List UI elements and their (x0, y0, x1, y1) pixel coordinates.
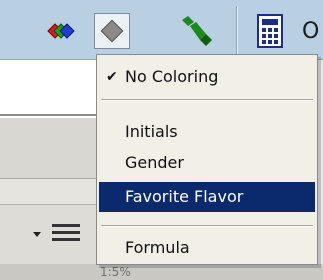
marker-button[interactable] (176, 12, 216, 52)
green-marker-icon (182, 16, 212, 46)
calculator-icon (257, 14, 283, 48)
status-bar (0, 264, 323, 280)
dropdown-arrow-icon[interactable] (33, 232, 41, 237)
no-color-button[interactable] (94, 13, 130, 49)
toolbar-label: O (302, 19, 320, 44)
menu-item-no-coloring[interactable]: ✔ No Coloring (99, 62, 315, 92)
menu-item-gender[interactable]: Gender (99, 148, 315, 178)
checkmark-icon: ✔ (106, 69, 118, 85)
color-diamonds-button[interactable] (40, 14, 84, 48)
coloring-context-menu: ✔ No Coloring Initials Gender Favorite F… (96, 54, 318, 265)
menu-item-formula[interactable]: Formula (99, 233, 315, 263)
background-toolbar (0, 204, 96, 264)
toolbar-separator (236, 6, 238, 54)
status-text: 1:5% (100, 265, 131, 279)
menu-item-label: Favorite Flavor (125, 187, 244, 206)
menu-separator (101, 99, 313, 101)
background-edge (318, 60, 323, 264)
menu-item-initials[interactable]: Initials (99, 117, 315, 147)
background-gray-area (0, 118, 96, 178)
calculator-button[interactable] (256, 14, 284, 48)
gray-diamond-icon (100, 19, 124, 43)
menu-item-favorite-flavor[interactable]: Favorite Flavor (99, 182, 315, 212)
menu-item-label: No Coloring (125, 67, 219, 86)
menu-separator (101, 225, 313, 227)
menu-item-label: Initials (125, 122, 178, 141)
lines-icon[interactable] (52, 224, 80, 244)
menu-item-label: Gender (125, 153, 184, 172)
toolbar: O (0, 0, 323, 60)
background-panel (0, 60, 96, 116)
background-tab-strip (0, 178, 96, 204)
color-diamonds-icon (47, 23, 75, 39)
menu-item-label: Formula (125, 238, 190, 257)
